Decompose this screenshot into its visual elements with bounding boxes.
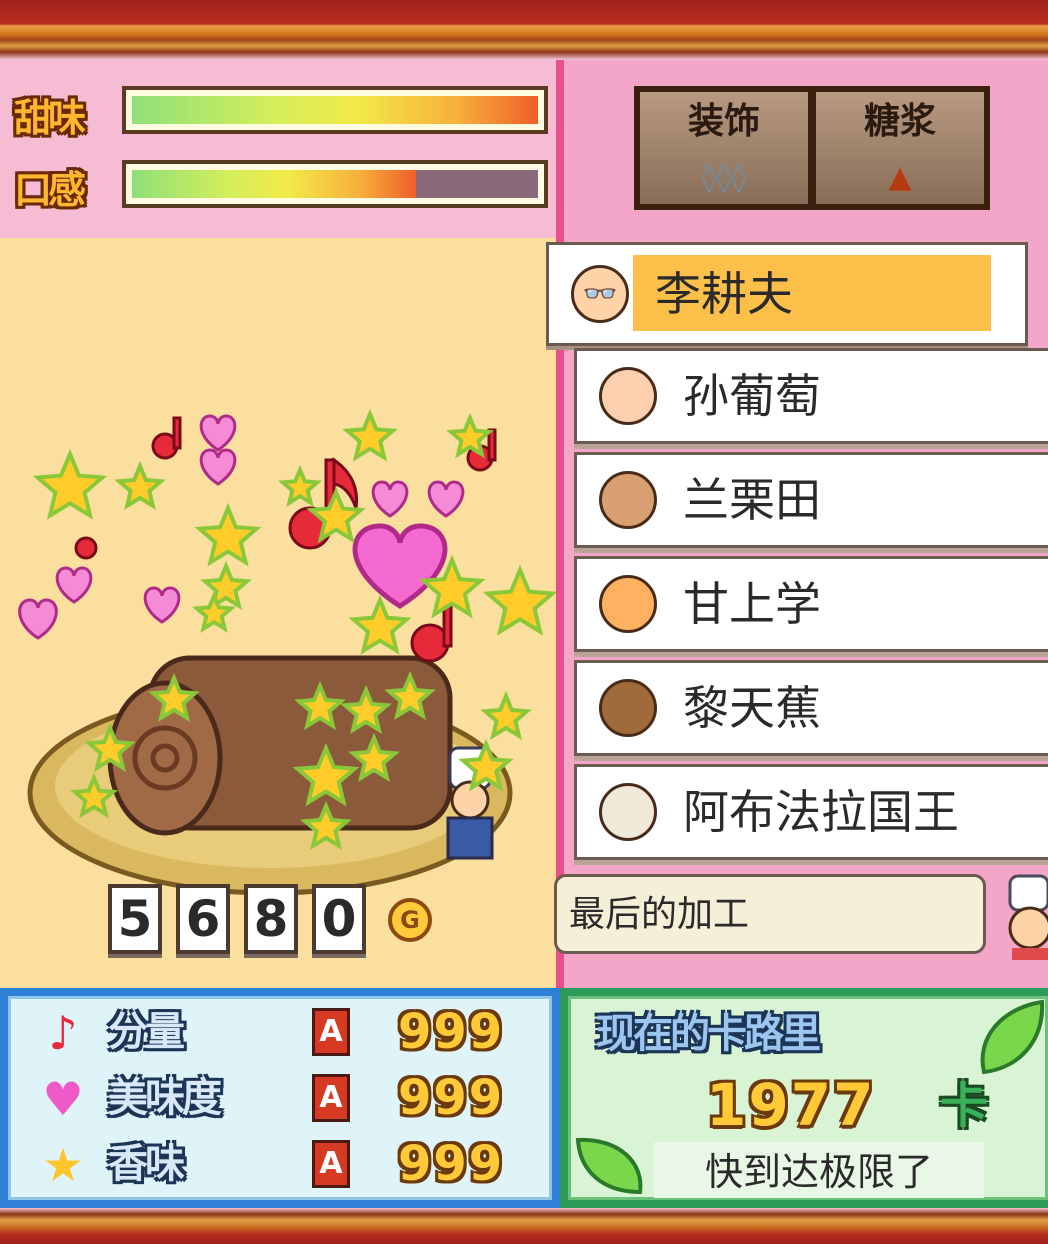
calorie-title: 现在的卡路里 bbox=[596, 1011, 821, 1057]
character-name: 孙葡萄 bbox=[683, 369, 821, 423]
sparkle-star bbox=[194, 502, 262, 567]
stat-row-taste: ♥ 美味度 A 999 bbox=[0, 1068, 560, 1134]
avatar-king-icon bbox=[599, 783, 657, 841]
stat-value: 999 bbox=[398, 1004, 505, 1060]
price-digit: 0 bbox=[312, 884, 366, 954]
character-item[interactable]: 兰栗田 bbox=[574, 452, 1048, 548]
character-name: 阿布法拉国王 bbox=[683, 785, 959, 839]
tab-decoration-label: 装饰 bbox=[687, 101, 760, 142]
stat-row-aroma: ★ 香味 A 999 bbox=[0, 1134, 560, 1200]
stat-row-volume: ♪ 分量 A 999 bbox=[0, 1002, 560, 1068]
tab-syrup-label: 糖浆 bbox=[863, 101, 936, 142]
sparkle-star bbox=[191, 590, 237, 633]
sparkle-star bbox=[480, 690, 532, 741]
stat-value: 999 bbox=[398, 1136, 505, 1192]
stat-label: 香味 bbox=[108, 1141, 185, 1187]
sparkle-star bbox=[114, 460, 166, 511]
character-name: 黎天蕉 bbox=[683, 681, 821, 735]
cream-drops-icon: ◊◊◊ bbox=[701, 160, 747, 195]
leaf-icon bbox=[980, 999, 1045, 1075]
calorie-unit: 卡 bbox=[940, 1078, 989, 1134]
big-heart bbox=[352, 523, 448, 609]
texture-label: 口感 bbox=[14, 168, 86, 212]
avatar-brown-hair-icon bbox=[599, 679, 657, 737]
avatar-cap-icon bbox=[599, 575, 657, 633]
music-note-icon: ♪ bbox=[48, 1006, 78, 1060]
leaf-icon bbox=[575, 1137, 643, 1195]
stat-label: 美味度 bbox=[108, 1075, 222, 1121]
character-name: 兰栗田 bbox=[683, 473, 821, 527]
stats-panel: ♪ 分量 A 999 ♥ 美味度 A 999 ★ 香味 A 999 bbox=[0, 988, 560, 1208]
sweetness-meter-fill bbox=[132, 96, 538, 124]
panel-divider bbox=[556, 60, 564, 988]
assistant-chef-icon bbox=[1008, 874, 1048, 960]
bottom-wood-bar bbox=[0, 1208, 1048, 1244]
character-name: 李耕夫 bbox=[655, 267, 793, 321]
top-wood-bar bbox=[0, 0, 1048, 60]
sparkle-star bbox=[277, 464, 323, 507]
avatar-curly-icon bbox=[599, 471, 657, 529]
character-item[interactable]: 孙葡萄 bbox=[574, 348, 1048, 444]
gold-coin-icon: G bbox=[388, 898, 432, 942]
texture-meter-fill bbox=[132, 170, 417, 198]
cake-effects bbox=[18, 408, 556, 896]
sparkle-star bbox=[482, 564, 556, 636]
price-digit: 8 bbox=[244, 884, 298, 954]
star-icon: ★ bbox=[42, 1138, 84, 1192]
sweetness-meter bbox=[122, 86, 548, 134]
grade-badge: A bbox=[312, 1140, 350, 1188]
cake-stage bbox=[0, 238, 556, 988]
sweetness-label: 甜味 bbox=[14, 96, 86, 140]
sparkle-star bbox=[342, 408, 398, 462]
syrup-drip-icon: ▲ bbox=[888, 160, 912, 195]
calorie-status: 快到达极限了 bbox=[654, 1142, 984, 1198]
stat-label: 分量 bbox=[108, 1009, 185, 1055]
avatar-glasses-icon: 👓 bbox=[571, 265, 629, 323]
taste-meters-panel: 甜味 口感 bbox=[0, 60, 556, 238]
character-item[interactable]: 阿布法拉国王 bbox=[574, 764, 1048, 860]
character-name: 甘上学 bbox=[683, 577, 821, 631]
grade-badge: A bbox=[312, 1008, 350, 1056]
grade-badge: A bbox=[312, 1074, 350, 1122]
avatar-bunny-icon bbox=[599, 367, 657, 425]
character-item[interactable]: 黎天蕉 bbox=[574, 660, 1048, 756]
character-item[interactable]: 甘上学 bbox=[574, 556, 1048, 652]
character-selected[interactable]: 👓 李耕夫 bbox=[546, 242, 1028, 346]
price-digit: 5 bbox=[108, 884, 162, 954]
texture-meter bbox=[122, 160, 548, 208]
ingredient-tabs: 装饰 ◊◊◊ 糖浆 ▲ bbox=[634, 86, 990, 210]
speech-bubble: 最后的加工 bbox=[554, 874, 986, 954]
tab-decoration[interactable]: 装饰 ◊◊◊ bbox=[640, 92, 808, 204]
heart-icon: ♥ bbox=[42, 1072, 84, 1126]
price-digit: 6 bbox=[176, 884, 230, 954]
calorie-value: 1977 bbox=[706, 1071, 876, 1139]
tab-syrup[interactable]: 糖浆 ▲ bbox=[816, 92, 984, 204]
chef-body bbox=[446, 816, 494, 860]
stat-value: 999 bbox=[398, 1070, 505, 1126]
sparkle-star bbox=[32, 448, 108, 520]
